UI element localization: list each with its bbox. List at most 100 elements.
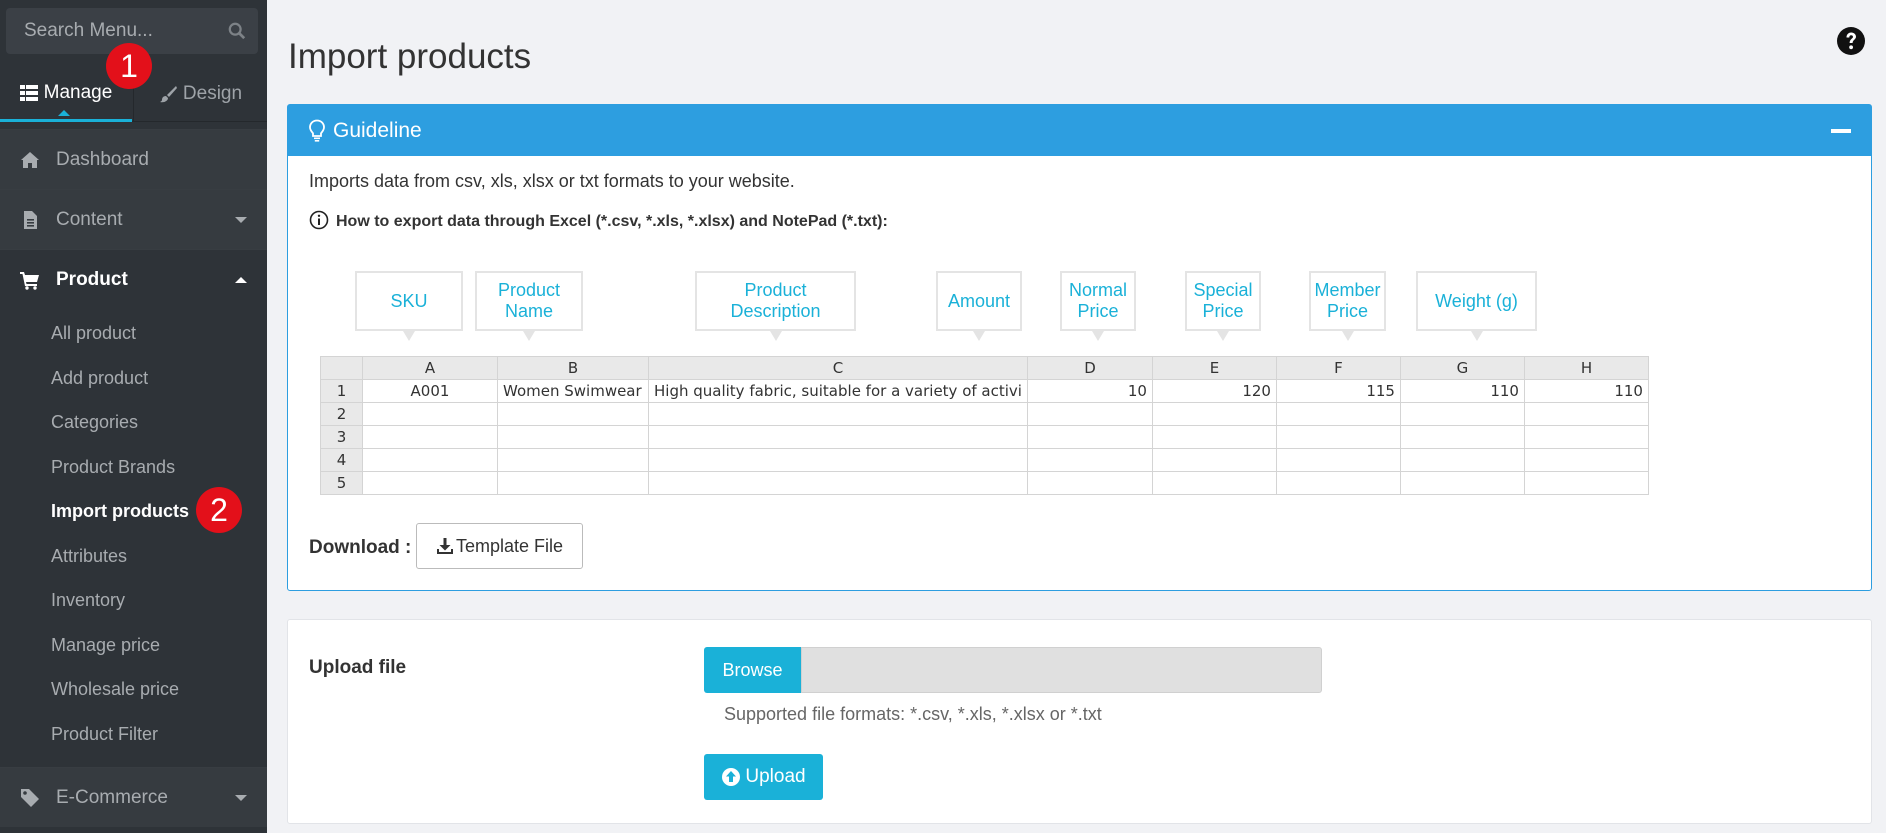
sheet-cell: High quality fabric, suitable for a vari… [648,379,1028,403]
sidebar-subitem-all-product[interactable]: All product [51,323,136,344]
lightbulb-icon [309,119,325,142]
chevron-down-icon [235,216,247,223]
callout-normal-price: Normal Price [1060,271,1136,341]
sheet-col-header: D [1026,356,1153,380]
download-icon [436,538,453,554]
sidebar-subitem-inventory[interactable]: Inventory [51,590,125,611]
callout-label: Product Name [497,280,561,321]
upload-file-label: Upload file [309,657,407,678]
sheet-cell: Women Swimwear [497,379,649,403]
table-row: 1 A001 Women Swimwear High quality fabri… [320,379,1649,403]
sheet-cell: 10 [1026,379,1153,403]
upload-panel: Upload file Browse Supported file format… [287,619,1872,824]
step-badge-1: 1 [106,43,152,89]
sidebar: Search Menu... Manage Design 1 Dashboard… [0,0,267,833]
sidebar-subitem-product-filter[interactable]: Product Filter [51,724,158,745]
search-icon [228,22,246,40]
callout-label: Special Price [1193,280,1253,321]
step-badge-2: 2 [196,487,242,533]
brush-icon [159,86,177,103]
sidebar-item-label: E-Commerce [56,786,168,808]
sheet-row-number: 5 [320,471,363,495]
sidebar-item-ecommerce[interactable]: E-Commerce [0,767,267,827]
sheet-cell: 110 [1523,379,1649,403]
callout-special-price: Special Price [1185,271,1261,341]
sidebar-subitem-wholesale-price[interactable]: Wholesale price [51,679,179,700]
sheet-col-header: B [497,356,649,380]
browse-button[interactable]: Browse [704,647,801,693]
info-icon [309,210,329,230]
template-file-button[interactable]: Template File [416,523,583,569]
chevron-up-icon [235,276,247,283]
callout-sku: SKU [355,271,463,341]
sidebar-item-label: Product [56,268,128,290]
sheet-col-header: E [1151,356,1277,380]
grid-list-icon [19,84,38,101]
collapse-icon[interactable] [1831,129,1851,133]
sidebar-subitem-manage-price[interactable]: Manage price [51,635,160,656]
sidebar-item-dashboard[interactable]: Dashboard [0,129,267,189]
sidebar-subitem-add-product[interactable]: Add product [51,368,148,389]
sidebar-subitem-attributes[interactable]: Attributes [51,546,127,567]
file-path-field[interactable] [801,647,1322,693]
page-title: Import products [288,37,532,76]
callout-label: SKU [390,290,428,311]
sidebar-item-content[interactable]: Content [0,189,267,249]
callout-amount: Amount [936,271,1022,341]
table-row: 3 [320,425,1649,449]
guideline-title: Guideline [333,119,422,142]
sheet-col-header: F [1275,356,1401,380]
sheet-row-number: 1 [320,379,363,403]
tab-design-label: Design [182,83,243,104]
tag-icon [21,788,39,807]
file-input-group: Browse [704,647,1322,693]
upload-button-label: Upload [745,766,806,787]
file-icon [24,210,37,229]
main-content: Import products Guideline Imports data f… [267,0,1886,833]
callout-product-description: Product Description [695,271,856,341]
tab-design[interactable]: Design [133,66,267,122]
sheet-col-header: C [648,356,1028,380]
help-icon[interactable] [1836,26,1866,56]
guideline-intro: Imports data from csv, xls, xlsx or txt … [309,171,795,191]
sidebar-item-label: Content [56,208,123,230]
sheet-col-header: G [1399,356,1525,380]
sheet-row-number: 3 [320,425,363,449]
template-file-label: Template File [455,535,564,556]
sidebar-subitem-import-products[interactable]: Import products [51,501,189,522]
table-row: 5 [320,471,1649,495]
sidebar-item-label: Dashboard [56,148,149,170]
sheet-corner [320,356,363,380]
table-row: 4 [320,448,1649,472]
shopping-cart-icon [20,271,39,290]
sidebar-subitem-product-brands[interactable]: Product Brands [51,457,175,478]
upload-button[interactable]: Upload [704,754,823,800]
table-row: 2 [320,402,1649,426]
callout-label: Member Price [1314,280,1381,321]
sheet-cell: 115 [1275,379,1401,403]
sidebar-item-product[interactable]: Product [0,249,267,309]
search-placeholder: Search Menu... [24,20,153,41]
sheet-row-number: 4 [320,448,363,472]
upload-arrow-icon [722,768,741,786]
callout-label: Weight (g) [1435,290,1518,311]
callout-weight: Weight (g) [1416,271,1537,341]
sheet-cell: 120 [1151,379,1277,403]
sheet-col-header: A [362,356,498,380]
sheet-header-row: A B C D E F G H [320,356,1649,380]
callout-label: Normal Price [1068,280,1127,321]
tab-manage-label: Manage [43,81,113,103]
callout-product-name: Product Name [475,271,583,341]
supported-formats-text: Supported file formats: *.csv, *.xls, *.… [724,704,1102,724]
download-label: Download : [309,537,412,558]
guideline-panel: Guideline Imports data from csv, xls, xl… [287,104,1872,591]
sheet-cell: 110 [1399,379,1525,403]
callout-member-price: Member Price [1309,271,1386,341]
guideline-header: Guideline [288,105,1871,156]
callout-label: Product Description [730,280,821,321]
howto-text: How to export data through Excel (*.csv,… [336,213,888,230]
sidebar-subitem-categories[interactable]: Categories [51,412,138,433]
sheet-col-header: H [1523,356,1649,380]
callout-label: Amount [947,290,1011,311]
sheet-row-number: 2 [320,402,363,426]
